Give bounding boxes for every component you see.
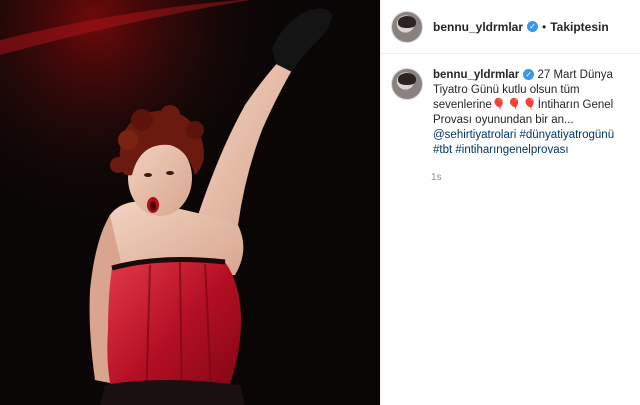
username[interactable]: bennu_yldrmlar	[433, 20, 523, 34]
follow-status-button[interactable]: Takiptesin	[550, 20, 608, 34]
hashtag-link[interactable]: #dünyatiyatrogünü	[519, 129, 614, 141]
verified-badge-icon: ✓	[527, 21, 539, 32]
mention-link[interactable]: @sehirtiyatrolari	[433, 129, 516, 141]
profile-avatar[interactable]	[391, 10, 423, 43]
performer-image	[0, 0, 380, 405]
hashtag-link[interactable]: #tbt	[433, 144, 452, 156]
caption-username[interactable]: bennu_yldrmlar	[433, 69, 519, 81]
verified-badge-icon: ✓	[523, 69, 535, 81]
separator-dot: •	[542, 19, 547, 34]
post-header: bennu_yldrmlar ✓ • Takiptesin	[381, 0, 640, 54]
caption-block: bennu_yldrmlar ✓ 27 Mart Dünya Tiyatro Gü…	[381, 54, 640, 158]
post-sidebar: bennu_yldrmlar ✓ • Takiptesin bennu_yldr…	[380, 0, 640, 405]
caption-avatar[interactable]	[391, 68, 423, 100]
balloon-emoji: 🎈🎈🎈	[491, 99, 538, 111]
caption-text: bennu_yldrmlar ✓ 27 Mart Dünya Tiyatro Gü…	[433, 68, 630, 158]
post-timestamp[interactable]: 1s	[431, 172, 640, 183]
hashtag-link[interactable]: #intiharıngenelprovası	[455, 144, 568, 156]
post-photo[interactable]	[0, 0, 380, 405]
